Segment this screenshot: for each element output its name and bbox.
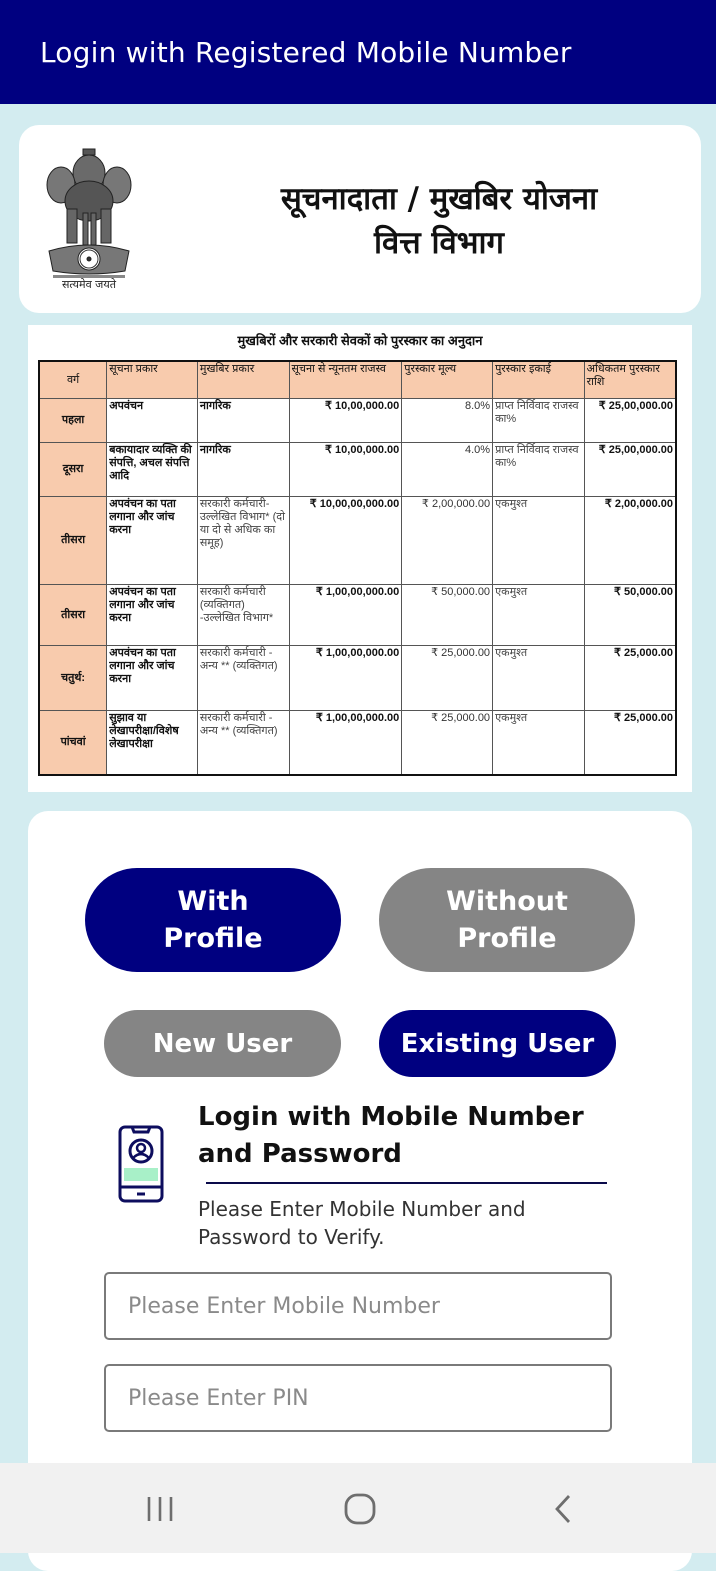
scheme-title: सूचनादाता / मुखबिर योजना वित्त विभाग — [209, 177, 669, 265]
scheme-title-line1: सूचनादाता / मुखबिर योजना — [280, 181, 598, 217]
info-type-cell: अपवंचन का पता लगाना और जांच करना — [106, 496, 198, 585]
app-bar-title: Login with Registered Mobile Number — [40, 36, 572, 69]
home-icon — [344, 1493, 376, 1525]
max-reward-cell: ₹ 25,000.00 — [583, 710, 677, 775]
info-type-cell: अपवंचन का पता लगाना और जांच करना — [106, 584, 198, 646]
category-cell: पहला — [38, 398, 108, 443]
rewards-table-card: मुखबिरों और सरकारी सेवकों को पुरस्कार का… — [28, 325, 692, 792]
reward-value-cell: ₹ 50,000.00 — [401, 584, 494, 646]
max-reward-cell: ₹ 2,00,000.00 — [583, 496, 677, 585]
max-reward-cell: ₹ 25,000.00 — [583, 645, 677, 711]
informer-type-cell: नागरिक — [196, 398, 290, 443]
informer-type-cell: सरकारी कर्मचारी - अन्य ** (व्यक्तिगत) — [196, 645, 290, 711]
login-card: With Profile Without Profile New User Ex… — [28, 811, 692, 1571]
reward-unit-cell: प्राप्त निर्विवाद राजस्व का% — [492, 398, 585, 443]
reward-value-cell: ₹ 25,000.00 — [401, 710, 494, 775]
reward-value-cell: ₹ 25,000.00 — [401, 645, 494, 711]
reward-value-cell: 4.0% — [401, 442, 494, 497]
informer-type-cell: सरकारी कर्मचारी- उल्लेखित विभाग* (दो या … — [196, 496, 290, 585]
pin-field[interactable] — [104, 1364, 612, 1432]
category-cell: तीसरा — [38, 584, 108, 646]
system-navigation-bar — [0, 1463, 716, 1553]
existing-user-button[interactable]: Existing User — [379, 1010, 616, 1077]
column-header: वर्ग — [38, 360, 108, 399]
table-row: चतुर्थ: अपवंचन का पता लगाना और जांच करना… — [38, 645, 677, 711]
min-revenue-cell: ₹ 10,00,000.00 — [288, 398, 403, 443]
scheme-title-line2: वित्त विभाग — [373, 225, 505, 261]
category-cell: तीसरा — [38, 496, 108, 585]
category-cell: दूसरा — [38, 442, 108, 497]
reward-value-cell: 8.0% — [401, 398, 494, 443]
info-type-cell: अपवंचन — [106, 398, 198, 443]
max-reward-cell: ₹ 25,00,000.00 — [583, 442, 677, 497]
min-revenue-cell: ₹ 10,00,000.00 — [288, 442, 403, 497]
mobile-login-icon — [118, 1125, 164, 1203]
heading-divider — [206, 1182, 607, 1184]
table-header-row: वर्ग सूचना प्रकार मुखबिर प्रकार सूचना से… — [38, 360, 677, 399]
min-revenue-cell: ₹ 1,00,00,000.00 — [288, 584, 403, 646]
min-revenue-cell: ₹ 10,00,00,000.00 — [288, 496, 403, 585]
login-heading: Login with Mobile Number and Password — [198, 1102, 584, 1169]
max-reward-cell: ₹ 25,00,000.00 — [583, 398, 677, 443]
reward-unit-cell: एकमुश्त — [492, 496, 585, 585]
column-header: पुरस्कार मूल्य — [401, 360, 494, 399]
category-cell: पांचवां — [38, 710, 108, 775]
mobile-number-input[interactable] — [106, 1274, 610, 1338]
mobile-number-field[interactable] — [104, 1272, 612, 1340]
table-row: पांचवां सुझाव या लेखापरीक्षा/विशेष लेखाप… — [38, 710, 677, 775]
informer-type-cell: सरकारी कर्मचारी - अन्य ** (व्यक्तिगत) — [196, 710, 290, 775]
with-profile-button[interactable]: With Profile — [85, 868, 341, 972]
column-header: पुरस्कार इकाई — [492, 360, 585, 399]
info-type-cell: अपवंचन का पता लगाना और जांच करना — [106, 645, 198, 711]
reward-value-cell: ₹ 2,00,000.00 — [401, 496, 494, 585]
home-button[interactable] — [335, 1489, 385, 1529]
reward-unit-cell: प्राप्त निर्विवाद राजस्व का% — [492, 442, 585, 497]
informer-type-cell: सरकारी कर्मचारी (व्यक्तिगत) -उल्लेखित वि… — [196, 584, 290, 646]
info-type-cell: सुझाव या लेखापरीक्षा/विशेष लेखापरीक्षा — [106, 710, 198, 775]
back-button[interactable] — [538, 1489, 588, 1529]
reward-unit-cell: एकमुश्त — [492, 710, 585, 775]
pin-input[interactable] — [106, 1366, 610, 1430]
min-revenue-cell: ₹ 1,00,00,000.00 — [288, 645, 403, 711]
column-header: सूचना से न्यूनतम राजस्व — [288, 360, 403, 399]
national-emblem-icon — [46, 148, 132, 278]
emblem-motto: सत्यमेव जयते — [61, 278, 116, 291]
reward-unit-cell: एकमुश्त — [492, 584, 585, 646]
login-instructions: Please Enter Mobile Number and Password … — [198, 1197, 526, 1249]
min-revenue-cell: ₹ 1,00,00,000.00 — [288, 710, 403, 775]
table-row: तीसरा अपवंचन का पता लगाना और जांच करना स… — [38, 584, 677, 646]
column-header: अधिकतम पुरस्कार राशि — [583, 360, 677, 399]
scheme-header-card: सत्यमेव जयते सूचनादाता / मुखबिर योजना वि… — [19, 125, 701, 313]
without-profile-button[interactable]: Without Profile — [379, 868, 635, 972]
app-bar: Login with Registered Mobile Number — [0, 0, 716, 104]
rewards-table: वर्ग सूचना प्रकार मुखबिर प्रकार सूचना से… — [38, 360, 677, 776]
info-type-cell: बकायादार व्यक्ति की संपत्ति, अचल संपत्ति… — [106, 442, 198, 497]
recent-apps-icon — [147, 1497, 173, 1521]
informer-type-cell: नागरिक — [196, 442, 290, 497]
max-reward-cell: ₹ 50,000.00 — [583, 584, 677, 646]
existing-user-label: Existing User — [400, 1028, 595, 1059]
recent-apps-button[interactable] — [135, 1489, 185, 1529]
column-header: मुखबिर प्रकार — [196, 360, 290, 399]
new-user-label: New User — [152, 1028, 293, 1059]
column-header: सूचना प्रकार — [106, 360, 198, 399]
without-profile-label: Without Profile — [446, 886, 568, 954]
rewards-table-title: मुखबिरों और सरकारी सेवकों को पुरस्कार का… — [237, 333, 483, 348]
table-row: पहला अपवंचन नागरिक ₹ 10,00,000.00 8.0% प… — [38, 398, 677, 443]
with-profile-label: With Profile — [163, 886, 263, 954]
table-row: तीसरा अपवंचन का पता लगाना और जांच करना स… — [38, 496, 677, 585]
reward-unit-cell: एकमुश्त — [492, 645, 585, 711]
new-user-button[interactable]: New User — [104, 1010, 341, 1077]
category-cell: चतुर्थ: — [38, 645, 108, 711]
table-row: दूसरा बकायादार व्यक्ति की संपत्ति, अचल स… — [38, 442, 677, 497]
back-icon — [555, 1495, 571, 1523]
